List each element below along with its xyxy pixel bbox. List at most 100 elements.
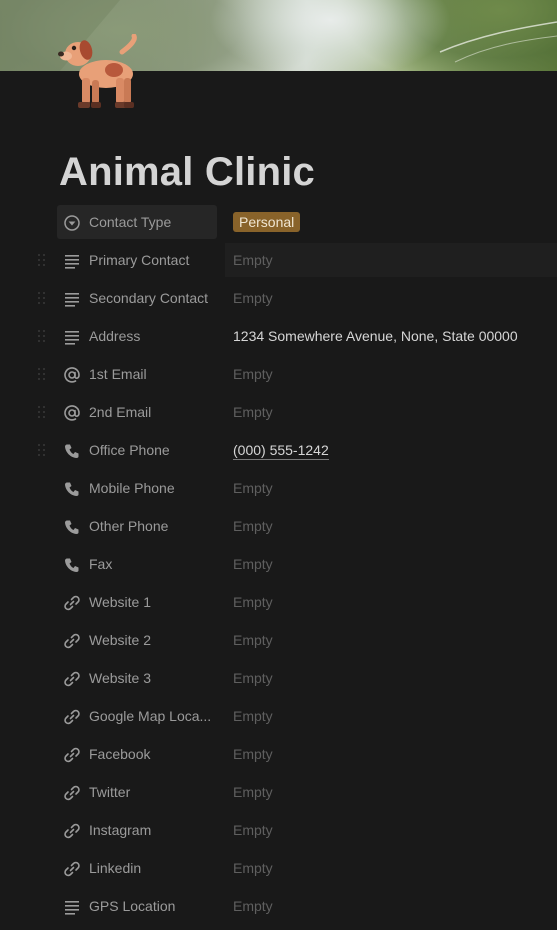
property-value[interactable]: Empty xyxy=(225,547,557,581)
text-icon xyxy=(65,293,79,307)
property-value[interactable]: Empty xyxy=(225,395,557,429)
property-label: Website 3 xyxy=(89,670,151,686)
link-icon xyxy=(64,747,80,763)
phone-icon xyxy=(65,444,79,458)
property-row: Primary Contact Empty xyxy=(0,242,557,280)
property-name[interactable]: Office Phone xyxy=(57,433,217,467)
property-name[interactable]: 2nd Email xyxy=(57,395,217,429)
property-name[interactable]: Website 3 xyxy=(57,661,217,695)
property-name[interactable]: Website 1 xyxy=(57,585,217,619)
property-value[interactable]: Empty xyxy=(225,281,557,315)
property-value[interactable]: Empty xyxy=(225,471,557,505)
link-icon xyxy=(64,823,80,839)
property-label: 2nd Email xyxy=(89,404,152,420)
property-value[interactable]: Empty xyxy=(225,699,557,733)
property-row: Twitter Empty xyxy=(0,774,557,812)
select-icon xyxy=(64,215,80,231)
property-value[interactable]: Empty xyxy=(225,623,557,657)
property-value[interactable]: Empty xyxy=(225,357,557,391)
property-value[interactable]: Empty xyxy=(225,737,557,771)
property-list: Contact Type Personal Primary Contact Empty… xyxy=(0,204,557,926)
drag-handle-icon[interactable] xyxy=(38,292,48,306)
phone-icon xyxy=(65,520,79,534)
property-value[interactable]: Personal xyxy=(225,205,557,239)
email-icon xyxy=(64,405,80,421)
property-value[interactable]: Empty xyxy=(225,585,557,619)
text-icon xyxy=(65,331,79,345)
property-name[interactable]: GPS Location xyxy=(57,889,217,923)
property-name[interactable]: Linkedin xyxy=(57,851,217,885)
link-icon xyxy=(64,595,80,611)
property-name[interactable]: Other Phone xyxy=(57,509,217,543)
property-label: Twitter xyxy=(89,784,131,800)
property-row: Address 1234 Somewhere Avenue, None, Stat… xyxy=(0,318,557,356)
property-name[interactable]: Website 2 xyxy=(57,623,217,657)
property-row: Other Phone Empty xyxy=(0,508,557,546)
property-label: 1st Email xyxy=(89,366,147,382)
property-row: Instagram Empty xyxy=(0,812,557,850)
property-name[interactable]: Instagram xyxy=(57,813,217,847)
property-row: Website 3 Empty xyxy=(0,660,557,698)
property-label: Contact Type xyxy=(89,214,172,230)
property-name[interactable]: Address xyxy=(57,319,217,353)
property-name[interactable]: Secondary Contact xyxy=(57,281,217,315)
property-name[interactable]: Google Map Loca... xyxy=(57,699,217,733)
contact-type-tag[interactable]: Personal xyxy=(233,212,301,232)
property-name[interactable]: Fax xyxy=(57,547,217,581)
property-row: Mobile Phone Empty xyxy=(0,470,557,508)
drag-handle-icon[interactable] xyxy=(38,254,48,268)
property-label: Fax xyxy=(89,556,113,572)
property-value[interactable]: Empty xyxy=(225,851,557,885)
property-label: Website 2 xyxy=(89,632,151,648)
page-title[interactable]: Animal Clinic xyxy=(59,146,315,198)
property-row: Secondary Contact Empty xyxy=(0,280,557,318)
property-name[interactable]: Mobile Phone xyxy=(57,471,217,505)
property-name[interactable]: Twitter xyxy=(57,775,217,809)
link-icon xyxy=(64,633,80,649)
property-label: Other Phone xyxy=(89,518,169,534)
property-name[interactable]: Contact Type xyxy=(57,205,217,239)
drag-handle-icon[interactable] xyxy=(38,330,48,344)
property-row: 1st Email Empty xyxy=(0,356,557,394)
property-row: 2nd Email Empty xyxy=(0,394,557,432)
property-label: Facebook xyxy=(89,746,151,762)
property-value[interactable]: (000) 555-1242 xyxy=(225,433,557,467)
property-row: Google Map Loca... Empty xyxy=(0,698,557,736)
link-icon xyxy=(64,671,80,687)
property-row: Fax Empty xyxy=(0,546,557,584)
drag-handle-icon[interactable] xyxy=(38,406,48,420)
property-label: Address xyxy=(89,328,141,344)
link-icon xyxy=(64,861,80,877)
phone-icon xyxy=(65,558,79,572)
phone-link[interactable]: (000) 555-1242 xyxy=(233,442,329,460)
property-value[interactable]: Empty xyxy=(225,661,557,695)
dog-icon[interactable] xyxy=(56,34,142,110)
property-label: Mobile Phone xyxy=(89,480,175,496)
property-label: Website 1 xyxy=(89,594,151,610)
property-row: Website 2 Empty xyxy=(0,622,557,660)
property-value[interactable]: Empty xyxy=(225,509,557,543)
phone-icon xyxy=(65,482,79,496)
property-name[interactable]: Facebook xyxy=(57,737,217,771)
property-value[interactable]: Empty xyxy=(225,813,557,847)
property-name[interactable]: Primary Contact xyxy=(57,243,217,277)
link-icon xyxy=(64,785,80,801)
property-row: Linkedin Empty xyxy=(0,850,557,888)
property-value[interactable]: 1234 Somewhere Avenue, None, State 00000 xyxy=(225,319,557,353)
property-row: Contact Type Personal xyxy=(0,204,557,242)
property-row: Office Phone (000) 555-1242 xyxy=(0,432,557,470)
text-icon xyxy=(65,255,79,269)
property-label: GPS Location xyxy=(89,898,176,914)
property-value[interactable]: Empty xyxy=(225,243,557,277)
property-label: Primary Contact xyxy=(89,252,190,268)
text-icon xyxy=(65,901,79,915)
drag-handle-icon[interactable] xyxy=(38,368,48,382)
property-row: GPS Location Empty xyxy=(0,888,557,926)
email-icon xyxy=(64,367,80,383)
property-row: Facebook Empty xyxy=(0,736,557,774)
property-value[interactable]: Empty xyxy=(225,775,557,809)
property-name[interactable]: 1st Email xyxy=(57,357,217,391)
drag-handle-icon[interactable] xyxy=(38,444,48,458)
property-label: Office Phone xyxy=(89,442,170,458)
property-value[interactable]: Empty xyxy=(225,889,557,923)
